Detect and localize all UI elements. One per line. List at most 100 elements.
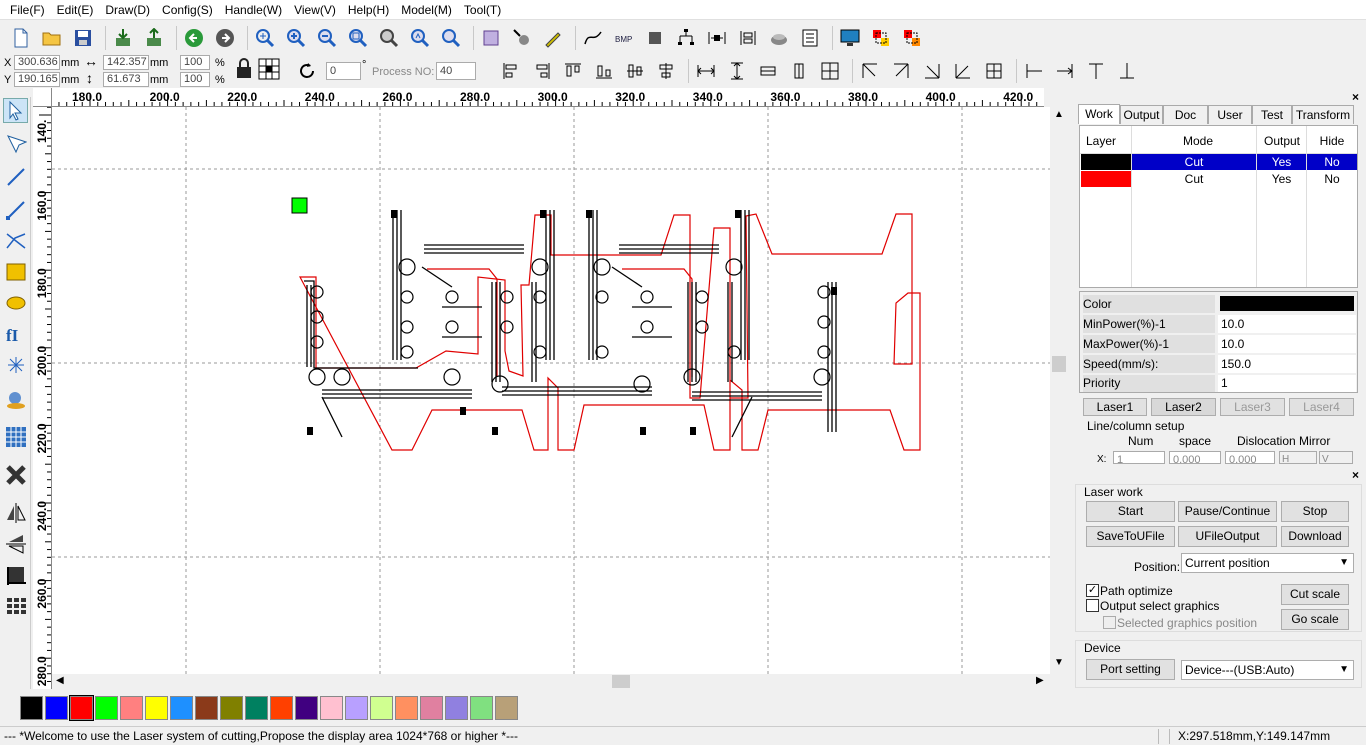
path-optimize-checkbox[interactable]: ✓ [1086,584,1099,597]
height-field[interactable]: 61.673 [103,72,149,87]
zoom-select-icon[interactable] [407,25,433,51]
pause-continue-button[interactable]: Pause/Continue [1178,501,1277,522]
palette-swatch[interactable] [220,696,243,720]
maxpower-field[interactable]: 10.0 [1218,335,1356,353]
rotate-icon[interactable] [296,60,318,82]
move-bottom-left-icon[interactable] [950,58,976,84]
align-bottom-icon[interactable] [591,58,617,84]
menu-tool[interactable]: Tool(T) [458,0,507,20]
laser1-tab[interactable]: Laser1 [1083,398,1147,416]
distribute-icon[interactable] [735,25,761,51]
palette-swatch[interactable] [20,696,43,720]
color-value-swatch[interactable] [1220,296,1354,311]
device-select[interactable]: Device---(USB:Auto) ▼ [1181,660,1354,680]
scale-x-field[interactable]: 100 [180,55,210,70]
palette-swatch[interactable] [470,696,493,720]
menu-view[interactable]: View(V) [288,0,342,20]
palette-swatch[interactable] [445,696,468,720]
grid-position-icon[interactable] [258,58,280,80]
align-top-icon[interactable] [560,58,586,84]
align-center-h-icon[interactable] [653,58,679,84]
move-bottom-right-icon[interactable] [919,58,945,84]
move-down-icon[interactable] [1114,58,1140,84]
laser4-tab[interactable]: Laser4 [1289,398,1354,416]
drawing-canvas[interactable] [52,107,1050,674]
tab-doc[interactable]: Doc [1163,105,1208,124]
delete-icon[interactable] [3,462,28,487]
palette-swatch[interactable] [69,695,94,721]
mirror-v-icon[interactable] [3,531,28,556]
tab-work[interactable]: Work [1078,104,1120,124]
align-h-icon[interactable] [704,25,730,51]
same-size-icon[interactable] [755,58,781,84]
angle-field[interactable]: 0 [326,62,361,80]
document-list-icon[interactable] [797,25,823,51]
start-button[interactable]: Start [1086,501,1175,522]
palette-swatch[interactable] [120,696,143,720]
num-field[interactable]: 1 [1113,451,1165,464]
bmp-icon[interactable]: BMP [611,25,637,51]
line-icon[interactable] [3,164,28,189]
move-right-icon[interactable] [1052,58,1078,84]
minpower-field[interactable]: 10.0 [1218,315,1356,333]
tab-test[interactable]: Test [1252,105,1292,124]
same-width-icon[interactable] [693,58,719,84]
menu-draw[interactable]: Draw(D) [99,0,156,20]
palette-swatch[interactable] [195,696,218,720]
palette-swatch[interactable] [95,696,118,720]
origin-icon[interactable] [3,562,28,587]
zoom-move-icon[interactable] [252,25,278,51]
ufile-output-button[interactable]: UFileOutput [1178,526,1277,547]
fill-rect-icon[interactable] [642,25,668,51]
export-icon[interactable] [141,25,167,51]
selected-pos-checkbox[interactable] [1103,616,1116,629]
x-position-field[interactable]: 300.636 [14,55,60,70]
move-up-icon[interactable] [1083,58,1109,84]
tab-transform[interactable]: Transform [1292,105,1354,124]
zoom-graphics-icon[interactable] [438,25,464,51]
color-select-2-icon[interactable] [899,25,925,51]
redo-icon[interactable] [212,25,238,51]
laser2-tab[interactable]: Laser2 [1151,398,1216,416]
horizontal-scrollbar[interactable]: ◀ ▶ [52,674,1050,689]
save-icon[interactable] [70,25,96,51]
array-copy-icon[interactable] [3,593,28,618]
point-icon[interactable] [3,352,28,377]
center-page-icon[interactable] [817,58,843,84]
menu-config[interactable]: Config(S) [156,0,219,20]
node-select-icon[interactable] [3,130,28,155]
polyline-icon[interactable] [3,197,28,222]
move-top-right-icon[interactable] [888,58,914,84]
palette-swatch[interactable] [320,696,343,720]
scroll-thumb-h[interactable] [612,675,630,688]
palette-swatch[interactable] [345,696,368,720]
curve-icon[interactable] [580,25,606,51]
process-no-field[interactable]: 40 [436,62,476,80]
menu-edit[interactable]: Edit(E) [51,0,100,20]
text-icon[interactable]: fI [3,321,28,346]
select-arrow-icon[interactable] [3,98,28,123]
tree-icon[interactable] [673,25,699,51]
bitmap-icon[interactable] [3,387,28,412]
array-grid-icon[interactable] [3,424,28,449]
align-right-icon[interactable] [529,58,555,84]
zoom-page-icon[interactable] [345,25,371,51]
move-top-left-icon[interactable] [857,58,883,84]
go-scale-button[interactable]: Go scale [1281,609,1349,630]
palette-swatch[interactable] [145,696,168,720]
import-icon[interactable] [110,25,136,51]
color-select-icon[interactable] [868,25,894,51]
scroll-down-icon[interactable]: ▼ [1054,657,1064,668]
vertical-scrollbar[interactable]: ▲ ▼ [1050,107,1068,674]
new-file-icon[interactable] [8,25,34,51]
scroll-left-icon[interactable]: ◀ [56,675,64,686]
scroll-up-icon[interactable]: ▲ [1054,109,1064,120]
mirror-v-check[interactable]: V [1319,451,1353,464]
ellipse-icon[interactable] [3,290,28,315]
close-panel-icon[interactable]: × [1352,90,1359,104]
palette-swatch[interactable] [395,696,418,720]
tab-user[interactable]: User [1208,105,1252,124]
pen-icon[interactable] [540,25,566,51]
move-center-icon[interactable] [981,58,1007,84]
palette-swatch[interactable] [45,696,68,720]
